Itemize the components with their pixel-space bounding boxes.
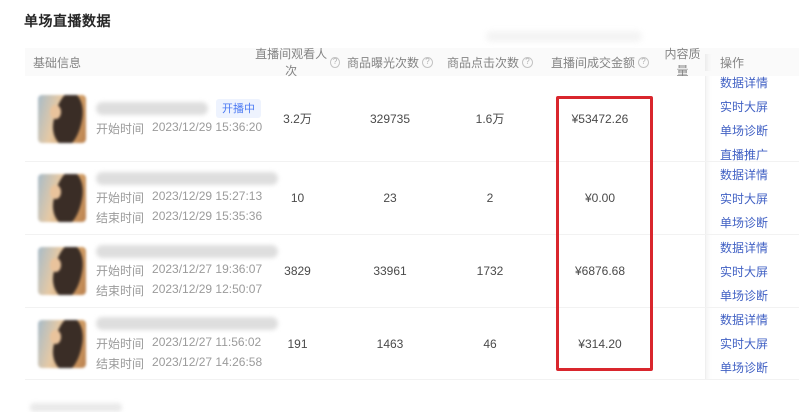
cutoff-section-text <box>30 403 122 412</box>
table-row: 开始时间 2023/12/27 19:36:07 结束时间 2023/12/29… <box>25 235 799 308</box>
column-header-viewers: 直播间观看人次? <box>255 45 340 79</box>
blurred-streamer-name <box>96 172 278 185</box>
viewers-value: 3.2万 <box>255 110 340 127</box>
info-icon[interactable]: ? <box>522 57 533 68</box>
action-link-realtime-screen[interactable]: 实时大屏 <box>720 98 768 115</box>
info-icon[interactable]: ? <box>422 57 433 68</box>
column-header-exposures: 商品曝光次数? <box>340 54 440 71</box>
column-header-quality: 内容质量 <box>660 45 705 79</box>
clicks-value: 1732 <box>440 264 540 278</box>
column-header-gmv: 直播间成交金额? <box>540 54 660 71</box>
exposures-value: 23 <box>340 191 440 205</box>
action-link-data-detail[interactable]: 数据详情 <box>720 239 768 256</box>
action-link-realtime-screen[interactable]: 实时大屏 <box>720 190 768 207</box>
action-link-data-detail[interactable]: 数据详情 <box>720 74 768 91</box>
info-icon[interactable]: ? <box>638 57 649 68</box>
clicks-value: 1.6万 <box>440 110 540 127</box>
start-time: 开始时间 2023/12/27 19:36:07 <box>96 262 278 279</box>
live-sessions-table: 基础信息 直播间观看人次? 商品曝光次数? 商品点击次数? 直播间成交金额? 内… <box>25 48 799 409</box>
blurred-redaction-smudge <box>486 31 642 42</box>
start-time: 开始时间 2023/12/27 11:56:02 <box>96 335 278 352</box>
clicks-value: 46 <box>440 337 540 351</box>
action-link-session-diagnosis[interactable]: 单场诊断 <box>720 214 768 231</box>
column-header-basic-info: 基础信息 <box>25 54 255 71</box>
clicks-value: 2 <box>440 191 540 205</box>
streamer-avatar <box>38 174 86 222</box>
gmv-value: ¥6876.68 <box>540 264 660 278</box>
column-header-clicks: 商品点击次数? <box>440 54 540 71</box>
streamer-avatar <box>38 320 86 368</box>
exposures-value: 33961 <box>340 264 440 278</box>
action-link-session-diagnosis[interactable]: 单场诊断 <box>720 359 768 376</box>
table-row: 开始时间 2023/12/27 11:56:02 结束时间 2023/12/27… <box>25 308 799 380</box>
viewers-value: 3829 <box>255 264 340 278</box>
action-link-session-diagnosis[interactable]: 单场诊断 <box>720 287 768 304</box>
exposures-value: 329735 <box>340 112 440 126</box>
gmv-value: ¥314.20 <box>540 337 660 351</box>
blurred-streamer-name <box>96 245 278 258</box>
gmv-value: ¥0.00 <box>540 191 660 205</box>
action-link-realtime-screen[interactable]: 实时大屏 <box>720 335 768 352</box>
viewers-value: 191 <box>255 337 340 351</box>
action-link-data-detail[interactable]: 数据详情 <box>720 166 768 183</box>
blurred-streamer-name <box>96 317 278 330</box>
action-link-realtime-screen[interactable]: 实时大屏 <box>720 263 768 280</box>
streamer-avatar <box>38 247 86 295</box>
start-time: 开始时间 2023/12/29 15:27:13 <box>96 189 278 206</box>
blurred-streamer-name <box>96 102 208 115</box>
gmv-value: ¥53472.26 <box>540 112 660 126</box>
action-link-data-detail[interactable]: 数据详情 <box>720 311 768 328</box>
action-link-session-diagnosis[interactable]: 单场诊断 <box>720 122 768 139</box>
table-row: 开播中 开始时间 2023/12/29 15:36:20 3.2万 329735… <box>25 76 799 162</box>
streamer-avatar <box>38 95 86 143</box>
start-time: 开始时间 2023/12/29 15:36:20 <box>96 120 262 137</box>
table-header-row: 基础信息 直播间观看人次? 商品曝光次数? 商品点击次数? 直播间成交金额? 内… <box>25 48 799 76</box>
end-time: 结束时间 2023/12/29 15:35:36 <box>96 209 278 226</box>
exposures-value: 1463 <box>340 337 440 351</box>
page-title: 单场直播数据 <box>24 11 111 31</box>
end-time: 结束时间 2023/12/29 12:50:07 <box>96 282 278 299</box>
end-time: 结束时间 2023/12/27 14:26:58 <box>96 355 278 372</box>
info-icon[interactable]: ? <box>330 57 340 68</box>
table-row: 开始时间 2023/12/29 15:27:13 结束时间 2023/12/29… <box>25 162 799 235</box>
viewers-value: 10 <box>255 191 340 205</box>
